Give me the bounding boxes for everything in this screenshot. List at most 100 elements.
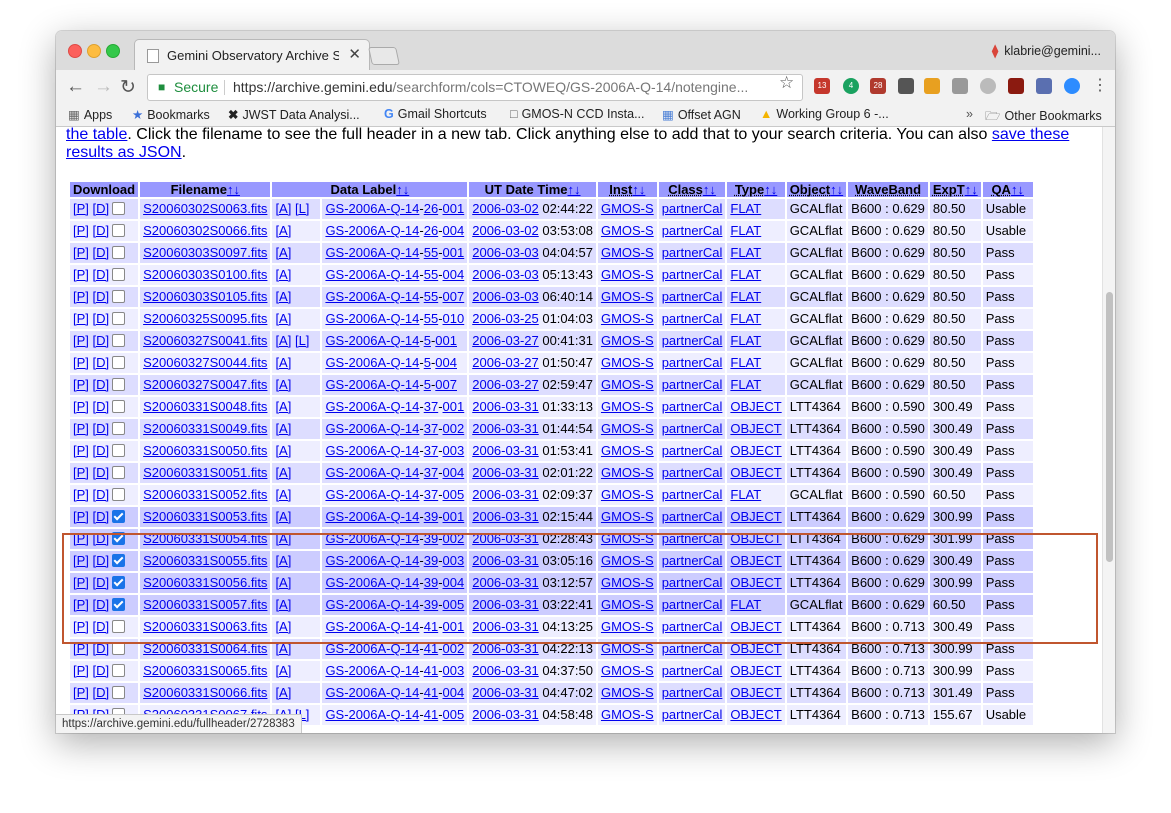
instrument-link[interactable]: GMOS-S (601, 509, 654, 524)
date-link[interactable]: 2006-03-31 (472, 685, 539, 700)
class-link[interactable]: partnerCal (662, 333, 723, 348)
download-link[interactable]: [D] (93, 201, 110, 216)
type-link[interactable]: OBJECT (730, 619, 781, 634)
download-checkbox[interactable] (112, 400, 126, 414)
date-link[interactable]: 2006-03-31 (472, 487, 539, 502)
observation-link[interactable]: 5 (424, 377, 431, 392)
datalabel-link[interactable]: 004 (435, 355, 457, 370)
table-row[interactable]: [P] [D] S20060327S0047.fits [A] GS-2006A-Q-… (70, 375, 1033, 395)
filename-link[interactable]: S20060331S0064.fits (143, 641, 267, 656)
filename-link[interactable]: S20060331S0063.fits (143, 619, 267, 634)
sort-arrows-icon[interactable]: ↑↓ (965, 182, 978, 197)
date-link[interactable]: 2006-03-31 (472, 509, 539, 524)
minimize-window-button[interactable] (87, 44, 101, 58)
download-checkbox[interactable] (112, 444, 126, 458)
download-checkbox[interactable] (112, 554, 126, 568)
program-id-link[interactable]: GS-2006A-Q-14 (325, 619, 419, 634)
type-link[interactable]: FLAT (730, 487, 761, 502)
instrument-link[interactable]: GMOS-S (601, 333, 654, 348)
bookmark-gmos-ccd[interactable]: □ GMOS-N CCD Insta... (510, 107, 645, 121)
observation-link[interactable]: 41 (424, 663, 438, 678)
download-link[interactable]: [D] (93, 509, 110, 524)
screen-extension-icon[interactable] (952, 78, 968, 94)
circle-extension-icon[interactable] (980, 78, 996, 94)
profile-button[interactable]: ⧫ klabrie@gemini... (992, 43, 1101, 58)
date-link[interactable]: 2006-03-03 (472, 289, 539, 304)
associated-cal-link[interactable]: [A] (275, 597, 291, 612)
download-link[interactable]: [D] (93, 531, 110, 546)
class-link[interactable]: partnerCal (662, 641, 723, 656)
instrument-link[interactable]: GMOS-S (601, 685, 654, 700)
associated-cal-link[interactable]: [A] (275, 509, 291, 524)
program-id-link[interactable]: GS-2006A-Q-14 (325, 487, 419, 502)
date-link[interactable]: 2006-03-31 (472, 443, 539, 458)
type-link[interactable]: FLAT (730, 333, 761, 348)
the-table-link[interactable]: the table (66, 127, 127, 143)
observation-link[interactable]: 37 (424, 487, 438, 502)
filename-link[interactable]: S20060327S0041.fits (143, 333, 267, 348)
scrollbar-thumb[interactable] (1106, 292, 1113, 562)
datalabel-link[interactable]: 002 (443, 421, 465, 436)
download-checkbox[interactable] (112, 290, 126, 304)
preview-link[interactable]: [P] (73, 421, 89, 436)
download-checkbox[interactable] (112, 664, 126, 678)
program-id-link[interactable]: GS-2006A-Q-14 (325, 509, 419, 524)
instrument-link[interactable]: GMOS-S (601, 223, 654, 238)
class-link[interactable]: partnerCal (662, 465, 723, 480)
date-link[interactable]: 2006-03-31 (472, 531, 539, 546)
col-qa[interactable]: QA↑↓ (982, 182, 1033, 197)
date-link[interactable]: 2006-03-27 (472, 377, 539, 392)
preview-link[interactable]: [P] (73, 663, 89, 678)
class-link[interactable]: partnerCal (662, 399, 723, 414)
mail-extension-icon[interactable]: 28 (870, 78, 886, 94)
filename-link[interactable]: S20060327S0047.fits (143, 377, 267, 392)
table-row[interactable]: [P] [D] S20060331S0053.fits [A] GS-2006A-Q-… (70, 507, 1033, 527)
table-row[interactable]: [P] [D] S20060303S0105.fits [A] GS-2006A-Q-… (70, 287, 1033, 307)
program-id-link[interactable]: GS-2006A-Q-14 (325, 311, 419, 326)
observation-link[interactable]: 37 (424, 399, 438, 414)
download-checkbox[interactable] (112, 488, 126, 502)
observation-link[interactable]: 37 (424, 465, 438, 480)
type-link[interactable]: OBJECT (730, 531, 781, 546)
instrument-link[interactable]: GMOS-S (601, 641, 654, 656)
datalabel-link[interactable]: 003 (443, 553, 465, 568)
type-link[interactable]: OBJECT (730, 685, 781, 700)
associated-cal-link[interactable]: [A] (275, 553, 291, 568)
table-row[interactable]: [P] [D] S20060327S0044.fits [A] GS-2006A-Q-… (70, 353, 1033, 373)
class-link[interactable]: partnerCal (662, 663, 723, 678)
associated-cal-link[interactable]: [A] (275, 399, 291, 414)
page-scrollbar[interactable] (1102, 127, 1115, 733)
type-link[interactable]: OBJECT (730, 421, 781, 436)
instrument-link[interactable]: GMOS-S (601, 465, 654, 480)
table-row[interactable]: [P] [D] S20060303S0100.fits [A] GS-2006A-Q-… (70, 265, 1033, 285)
instrument-link[interactable]: GMOS-S (601, 707, 654, 722)
associated-cal-link[interactable]: [A] (275, 223, 291, 238)
download-link[interactable]: [D] (93, 399, 110, 414)
bookmark-apps[interactable]: ▦ Apps (68, 107, 112, 122)
filename-link[interactable]: S20060327S0044.fits (143, 355, 267, 370)
download-checkbox[interactable] (112, 268, 126, 282)
associated-cal-link[interactable]: [A] (275, 311, 291, 326)
observation-link[interactable]: 26 (424, 223, 438, 238)
hangouts-extension-icon[interactable]: 4 (843, 78, 859, 94)
download-link[interactable]: [D] (93, 597, 110, 612)
type-link[interactable]: FLAT (730, 289, 761, 304)
zoom-extension-icon[interactable] (1064, 78, 1080, 94)
associated-cal-link[interactable]: [A] (275, 333, 291, 348)
preview-link[interactable]: [P] (73, 245, 89, 260)
instrument-link[interactable]: GMOS-S (601, 245, 654, 260)
instrument-link[interactable]: GMOS-S (601, 311, 654, 326)
associated-cal-link[interactable]: [A] (275, 619, 291, 634)
class-link[interactable]: partnerCal (662, 575, 723, 590)
download-checkbox[interactable] (112, 356, 126, 370)
instrument-link[interactable]: GMOS-S (601, 597, 654, 612)
instrument-link[interactable]: GMOS-S (601, 201, 654, 216)
preview-link[interactable]: [P] (73, 355, 89, 370)
preview-link[interactable]: [P] (73, 619, 89, 634)
associated-cal-link[interactable]: [A] (275, 465, 291, 480)
type-link[interactable]: OBJECT (730, 641, 781, 656)
filename-link[interactable]: S20060331S0052.fits (143, 487, 267, 502)
associated-cal-link[interactable]: [A] (275, 575, 291, 590)
download-checkbox[interactable] (112, 334, 126, 348)
preview-link[interactable]: [P] (73, 377, 89, 392)
